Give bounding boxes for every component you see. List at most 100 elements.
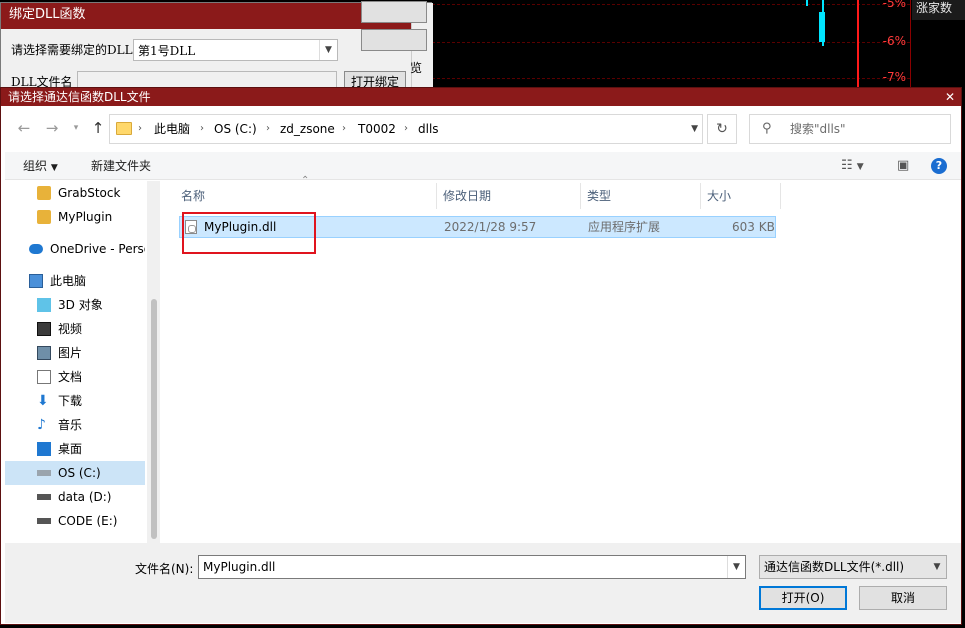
sidebar-item-label: CODE (E:) xyxy=(58,514,118,528)
sidebar-item-pictures[interactable]: 图片 xyxy=(5,341,145,365)
dll-select-value: 第1号DLL xyxy=(138,44,196,58)
close-icon[interactable]: ✕ xyxy=(943,88,957,106)
breadcrumb-item[interactable]: T0002 xyxy=(358,115,396,143)
sidebar-item-downloads[interactable]: ⬇ 下载 xyxy=(5,389,145,413)
pct-label: -7% xyxy=(882,70,906,84)
chevron-right-icon: › xyxy=(342,123,346,134)
navigation-bar: ← → ▾ ↑ › 此电脑 › OS (C:) › zd_zsone › T00… xyxy=(5,112,961,146)
bind-prompt-label: 请选择需要绑定的DLL xyxy=(11,43,133,57)
filename-value: MyPlugin.dll xyxy=(203,560,276,574)
sidebar-item-label: 视频 xyxy=(58,322,83,336)
annotation-highlight-box xyxy=(182,212,316,254)
sidebar-item-music[interactable]: ♪ 音乐 xyxy=(5,413,145,437)
sidebar-item-label: OneDrive - Perso xyxy=(50,242,145,256)
chevron-right-icon: › xyxy=(200,123,204,134)
chevron-down-icon: ▼ xyxy=(933,562,941,572)
back-arrow-icon[interactable]: ← xyxy=(13,117,35,139)
sidebar-item-label: 下载 xyxy=(58,394,83,408)
warning-folder-icon xyxy=(37,210,51,224)
chart-divider xyxy=(910,0,911,88)
dll-select[interactable]: 第1号DLL ▼ xyxy=(133,39,338,61)
sidebar-item-os-c[interactable]: OS (C:) xyxy=(5,461,145,485)
chevron-right-icon: › xyxy=(266,123,270,134)
navigation-pane: GrabStock MyPlugin OneDrive - Perso 此电脑 … xyxy=(5,181,160,543)
partial-label: 览 xyxy=(410,61,423,75)
chart-gridline xyxy=(432,42,910,43)
chart-gridline xyxy=(432,78,910,79)
sidebar-item-documents[interactable]: 文档 xyxy=(5,365,145,389)
forward-arrow-icon[interactable]: → xyxy=(41,117,63,139)
search-input[interactable]: ⚲ 搜索"dlls" xyxy=(749,114,951,144)
sidebar-item-code-e[interactable]: CODE (E:) xyxy=(5,509,145,533)
breadcrumb-item[interactable]: zd_zsone xyxy=(280,115,335,143)
column-header-modified[interactable]: 修改日期 xyxy=(437,183,581,209)
address-bar[interactable]: › 此电脑 › OS (C:) › zd_zsone › T0002 › dll… xyxy=(109,114,703,144)
pictures-icon xyxy=(37,346,51,360)
filename-input[interactable]: MyPlugin.dll ▼ xyxy=(198,555,746,579)
organize-menu[interactable]: 组织 ▼ xyxy=(23,152,58,180)
file-modified: 2022/1/28 9:57 xyxy=(444,220,537,234)
documents-icon xyxy=(37,370,51,384)
candle-wick xyxy=(806,0,808,6)
search-icon: ⚲ xyxy=(762,121,772,136)
warning-folder-icon xyxy=(37,186,51,200)
column-header-name[interactable]: 名称 xyxy=(175,183,437,209)
sidebar-item-data-d[interactable]: data (D:) xyxy=(5,485,145,509)
column-header-type[interactable]: 类型 xyxy=(581,183,701,209)
chevron-down-icon[interactable]: ▼ xyxy=(727,556,745,578)
view-options-icon[interactable]: ☷ ▼ xyxy=(841,152,864,180)
drive-icon xyxy=(37,470,51,476)
up-arrow-icon[interactable]: ↑ xyxy=(87,117,109,139)
chevron-down-icon: ▼ xyxy=(319,40,337,60)
scrollbar-thumb[interactable] xyxy=(151,299,157,539)
refresh-button[interactable]: ↻ xyxy=(707,114,737,144)
file-list: ⌃ 名称 修改日期 类型 大小 MyPlugin.dll 2022/1/28 9… xyxy=(161,175,961,543)
chevron-right-icon: › xyxy=(138,123,142,134)
sidebar-item-label: 3D 对象 xyxy=(58,298,103,312)
preview-pane-icon[interactable]: ▣ xyxy=(897,152,909,180)
filetype-select[interactable]: 通达信函数DLL文件(*.dll) ▼ xyxy=(759,555,947,579)
chevron-down-icon[interactable]: ▼ xyxy=(691,115,698,143)
new-folder-button[interactable]: 新建文件夹 xyxy=(91,152,151,180)
command-toolbar: 组织 ▼ 新建文件夹 ☷ ▼ ▣ ? xyxy=(5,152,961,180)
chart-gridline xyxy=(432,4,910,5)
computer-icon xyxy=(29,274,43,288)
chevron-down-icon: ▼ xyxy=(50,163,58,173)
sidebar-item-onedrive[interactable]: OneDrive - Perso xyxy=(5,237,145,261)
sidebar-item-videos[interactable]: 视频 xyxy=(5,317,145,341)
pct-label: -5% xyxy=(882,0,906,10)
bind-dialog-titlebar: 绑定DLL函数 ✕ xyxy=(1,3,411,29)
sidebar-item-label: 桌面 xyxy=(58,442,83,456)
sidebar-item-desktop[interactable]: 桌面 xyxy=(5,437,145,461)
music-icon: ♪ xyxy=(37,417,46,433)
file-dialog-titlebar: 请选择通达信函数DLL文件 xyxy=(1,88,961,106)
breadcrumb-item[interactable]: 此电脑 xyxy=(154,115,190,143)
pct-label: -6% xyxy=(882,34,906,48)
cancel-button[interactable]: 取消 xyxy=(859,586,947,610)
column-header-size[interactable]: 大小 xyxy=(701,183,781,209)
sidebar-item-label: 图片 xyxy=(58,346,83,360)
sidebar-item-myplugin[interactable]: MyPlugin xyxy=(5,205,145,229)
sidebar-item-3d-objects[interactable]: 3D 对象 xyxy=(5,293,145,317)
sidebar-item-label: GrabStock xyxy=(58,186,121,200)
sidebar-item-grabstock[interactable]: GrabStock xyxy=(5,181,145,205)
bind-dialog-title: 绑定DLL函数 xyxy=(9,7,86,22)
organize-label: 组织 xyxy=(23,159,48,173)
bind-side-button[interactable] xyxy=(361,1,427,23)
sidebar-item-this-pc[interactable]: 此电脑 xyxy=(5,269,145,293)
candle-body xyxy=(819,12,825,42)
help-icon[interactable]: ? xyxy=(931,158,947,174)
drive-icon xyxy=(37,494,51,500)
open-button[interactable]: 打开(O) xyxy=(759,586,847,610)
onedrive-icon xyxy=(29,244,43,254)
breadcrumb-item[interactable]: OS (C:) xyxy=(214,115,257,143)
folder-icon xyxy=(116,122,132,135)
recent-dropdown-icon[interactable]: ▾ xyxy=(65,117,87,139)
search-placeholder: 搜索"dlls" xyxy=(790,122,846,136)
desktop-icon xyxy=(37,442,51,456)
chart-redline xyxy=(857,0,859,88)
breadcrumb-item[interactable]: dlls xyxy=(418,115,439,143)
file-size: 603 KB xyxy=(732,220,775,234)
bind-side-button[interactable] xyxy=(361,29,427,51)
right-header: 涨家数 xyxy=(912,0,965,20)
